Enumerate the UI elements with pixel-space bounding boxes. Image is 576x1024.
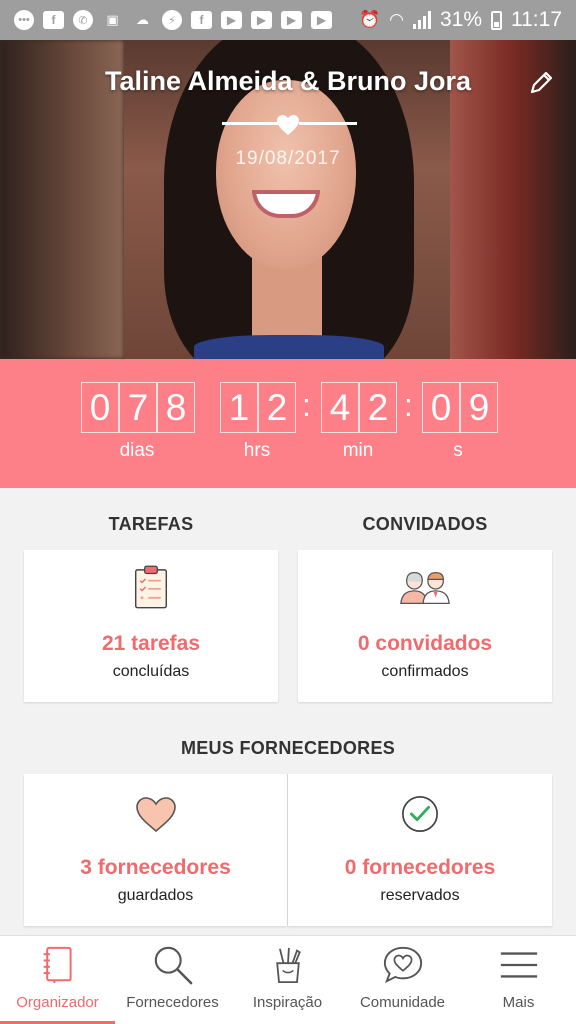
whatsapp-icon: ✆ — [73, 10, 93, 30]
tasks-card[interactable]: 21 tarefas concluídas — [24, 550, 278, 702]
vendors-saved-sub: guardados — [117, 887, 194, 904]
search-icon — [154, 946, 192, 985]
heart-icon — [135, 797, 176, 833]
tasks-sub: concluídas — [112, 663, 190, 680]
seconds-label: s — [453, 440, 463, 461]
chat-bubble-icon: ••• — [14, 10, 34, 30]
guests-count: 0 convidados — [357, 632, 493, 655]
nav-inspiracao[interactable]: Inspiração — [230, 936, 345, 1024]
battery-icon — [491, 10, 502, 30]
vendors-reserved-card[interactable]: 0 fornecedores reservados — [288, 774, 552, 926]
chat-heart-icon — [383, 946, 422, 984]
youtube-icon: ▶ — [311, 11, 332, 29]
colon-separator: : — [302, 387, 311, 423]
alarm-icon: ⏰ — [358, 10, 381, 29]
seconds-digit: 9 — [460, 382, 498, 433]
menu-icon — [500, 952, 537, 978]
guests-sub: confirmados — [381, 663, 469, 680]
nav-mais[interactable]: Mais — [461, 936, 576, 1024]
colon-separator: : — [404, 387, 413, 423]
hours-digit: 1 — [220, 382, 258, 433]
wedding-date: 19/08/2017 — [235, 148, 341, 169]
pencil-cup-icon — [275, 947, 301, 983]
gallery-icon: ▣ — [106, 12, 119, 27]
days-digit: 0 — [81, 382, 119, 433]
divider-right — [299, 122, 357, 125]
check-circle-icon — [402, 796, 438, 832]
guests-card[interactable]: 0 convidados confirmados — [298, 550, 552, 702]
vendors-title: MEUS FORNECEDORES — [180, 738, 396, 758]
hours-digit: 2 — [258, 382, 296, 433]
minutes-label: min — [342, 440, 374, 461]
couple-names: Taline Almeida & Bruno Jora — [104, 66, 472, 96]
nav-label: Organizador — [16, 994, 99, 1011]
nav-label: Fornecedores — [126, 994, 219, 1011]
weather-icon: ☁ — [136, 12, 149, 27]
heart-icon — [277, 115, 299, 135]
days-digit: 8 — [157, 382, 195, 433]
signal-icon — [412, 11, 431, 29]
nav-fornecedores[interactable]: Fornecedores — [115, 936, 230, 1024]
countdown-banner: 0 7 8 1 2 : 4 2 : 0 9 dias hrs min s — [0, 359, 576, 488]
youtube-icon: ▶ — [251, 11, 272, 29]
wifi-icon: ◠ — [389, 10, 404, 29]
minutes-digit: 4 — [321, 382, 359, 433]
tasks-title: TAREFAS — [108, 514, 194, 534]
nav-label: Comunidade — [359, 994, 446, 1011]
tasks-count: 21 tarefas — [101, 632, 201, 655]
messenger-icon: ⚡ — [162, 10, 182, 30]
clock: 11:17 — [511, 8, 562, 31]
seconds-digit: 0 — [422, 382, 460, 433]
guests-couple-icon — [400, 571, 450, 605]
nav-label: Inspiração — [252, 994, 323, 1011]
vendors-saved-card[interactable]: 3 fornecedores guardados — [24, 774, 287, 926]
facebook-icon: f — [191, 11, 212, 29]
hours-label: hrs — [243, 440, 271, 461]
cover-photo: Taline Almeida & Bruno Jora 19/08/2017 — [0, 40, 576, 359]
vendors-reserved-sub: reservados — [380, 887, 460, 904]
days-label: dias — [119, 440, 155, 461]
guests-title: CONVIDADOS — [362, 514, 488, 534]
nav-organizador[interactable]: Organizador — [0, 936, 115, 1024]
youtube-icon: ▶ — [281, 11, 302, 29]
notification-icons: ••• f ✆ ▣ ☁ ⚡ f ▶ ▶ ▶ ▶ — [14, 10, 332, 30]
nav-comunidade[interactable]: Comunidade — [345, 936, 460, 1024]
vendors-reserved-count: 0 fornecedores — [344, 856, 496, 879]
days-digit: 7 — [119, 382, 157, 433]
notebook-icon — [43, 946, 72, 983]
edit-pencil-icon[interactable] — [526, 68, 556, 98]
bottom-navigation: Organizador Fornecedores Inspiração Comu… — [0, 935, 576, 1024]
divider-left — [222, 122, 278, 125]
vendors-saved-count: 3 fornecedores — [80, 856, 231, 879]
nav-label: Mais — [502, 994, 535, 1011]
status-bar: ••• f ✆ ▣ ☁ ⚡ f ▶ ▶ ▶ ▶ ⏰ ◠ 31% 11:17 — [0, 0, 576, 40]
battery-percent: 31% — [439, 8, 482, 31]
facebook-icon: f — [43, 11, 64, 29]
youtube-icon: ▶ — [221, 11, 242, 29]
minutes-digit: 2 — [359, 382, 397, 433]
clipboard-checklist-icon — [134, 565, 168, 609]
